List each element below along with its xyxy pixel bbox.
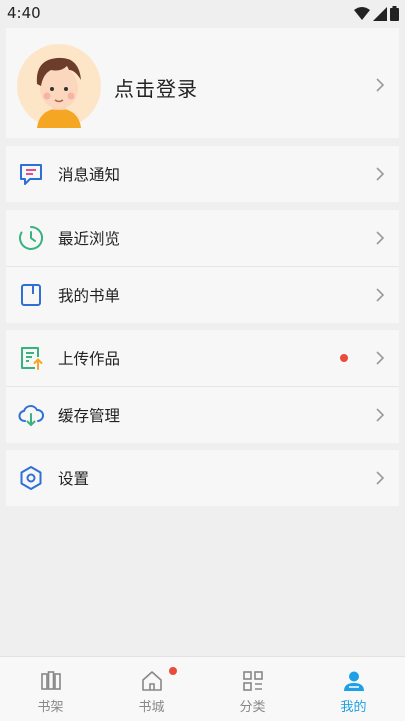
status-bar: 4:40 xyxy=(0,0,405,28)
bookshelf-icon xyxy=(41,671,61,690)
home-icon xyxy=(142,671,162,691)
profile-card[interactable]: 点击登录 xyxy=(6,28,399,138)
avatar[interactable] xyxy=(17,44,101,128)
menu-item-notifications[interactable]: 消息通知 xyxy=(6,146,399,202)
menu-item-cache-manage[interactable]: 缓存管理 xyxy=(6,387,399,443)
chevron-right-icon xyxy=(376,231,385,245)
notification-dot xyxy=(169,667,177,675)
menu-item-recent[interactable]: 最近浏览 xyxy=(6,210,399,266)
chevron-right-icon xyxy=(376,167,385,181)
login-label[interactable]: 点击登录 xyxy=(114,73,198,102)
menu-group-works: 上传作品 缓存管理 xyxy=(6,330,399,443)
notification-dot xyxy=(340,354,348,362)
chevron-right-icon xyxy=(376,351,385,365)
booklist-icon xyxy=(21,284,41,306)
menu-label: 最近浏览 xyxy=(58,230,121,248)
chevron-right-icon xyxy=(376,408,385,422)
bottom-tab-bar: 书架 书城 分类 我的 xyxy=(0,656,405,721)
clock-icon xyxy=(19,226,43,250)
wifi-icon xyxy=(354,6,370,20)
tab-category[interactable]: 分类 xyxy=(202,657,303,721)
tab-label: 书城 xyxy=(138,700,165,715)
tab-bookstore[interactable]: 书城 xyxy=(101,657,202,721)
tab-bookshelf[interactable]: 书架 xyxy=(0,657,101,721)
menu-label: 上传作品 xyxy=(58,350,121,368)
status-icons xyxy=(354,6,399,21)
signal-icon xyxy=(373,6,387,21)
chevron-right-icon xyxy=(376,288,385,302)
upload-document-icon xyxy=(21,347,43,370)
tab-label: 我的 xyxy=(340,700,367,715)
person-icon xyxy=(344,671,364,691)
menu-item-my-booklist[interactable]: 我的书单 xyxy=(6,267,399,323)
menu-label: 我的书单 xyxy=(58,287,121,305)
chevron-right-icon xyxy=(376,471,385,485)
battery-icon xyxy=(390,6,399,21)
tab-label: 分类 xyxy=(239,700,266,715)
status-time: 4:40 xyxy=(7,4,41,22)
menu-group-settings: 设置 xyxy=(6,450,399,506)
menu-label: 设置 xyxy=(58,470,90,488)
cloud-download-icon xyxy=(18,405,44,427)
menu-group-reading: 最近浏览 我的书单 xyxy=(6,210,399,323)
menu-item-settings[interactable]: 设置 xyxy=(6,450,399,506)
tab-label: 书架 xyxy=(37,700,64,715)
menu-group-messages: 消息通知 xyxy=(6,146,399,202)
message-icon xyxy=(20,164,42,185)
chevron-right-icon xyxy=(376,78,385,92)
gear-icon xyxy=(20,466,42,490)
grid-icon xyxy=(243,671,263,691)
tab-mine[interactable]: 我的 xyxy=(303,657,404,721)
menu-label: 消息通知 xyxy=(58,166,121,184)
menu-label: 缓存管理 xyxy=(58,407,121,425)
menu-item-upload-works[interactable]: 上传作品 xyxy=(6,330,399,386)
